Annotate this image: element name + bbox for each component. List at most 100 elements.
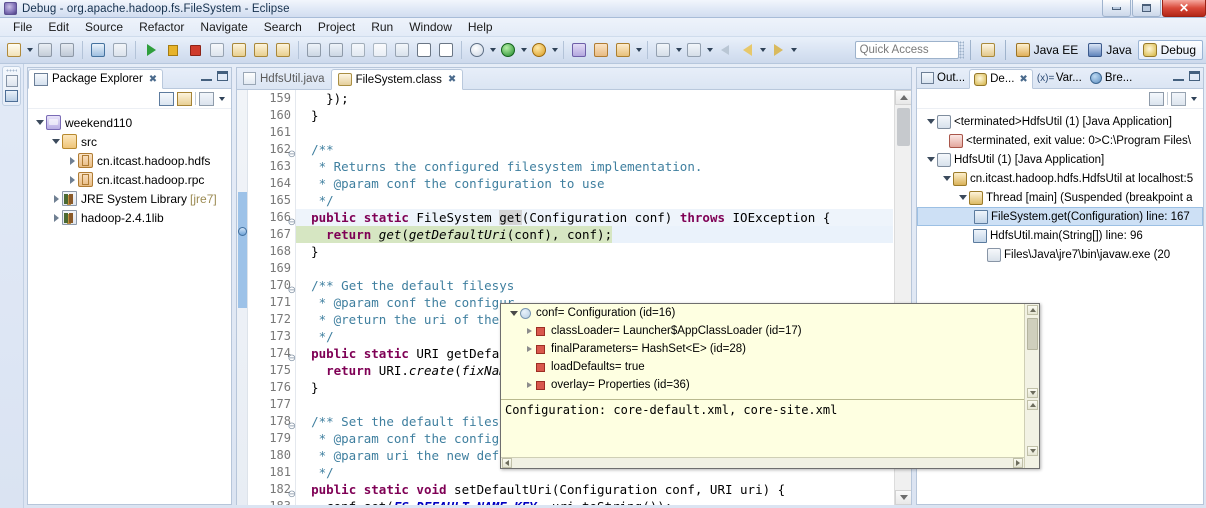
quick-access-input[interactable]: Quick Access (854, 41, 959, 59)
package-explorer-tree[interactable]: weekend110 src cn.itcast.hadoop.hdfs cn.… (28, 109, 231, 502)
back-icon[interactable] (715, 40, 735, 60)
tab-filesystem-class[interactable]: FileSystem.class ✖ (330, 69, 464, 90)
chevron-down-icon[interactable] (941, 176, 953, 181)
minimize-button[interactable] (1102, 0, 1131, 17)
restore-button[interactable] (1132, 0, 1161, 17)
open-perspective-icon[interactable] (978, 40, 998, 60)
tree-item-weekend110[interactable]: weekend110 (28, 113, 231, 132)
chevron-right-icon[interactable] (523, 382, 536, 388)
step-into-icon[interactable] (229, 40, 249, 60)
debug-row-thread[interactable]: Thread [main] (Suspended (breakpoint a (917, 188, 1203, 207)
console-view-icon[interactable] (5, 90, 18, 102)
annotation-ruler[interactable] (237, 90, 248, 505)
close-button[interactable]: ✕ (1162, 0, 1206, 17)
chevron-right-icon[interactable] (66, 157, 78, 165)
tab-breakpoints[interactable]: Bre... (1086, 68, 1136, 88)
menu-search[interactable]: Search (256, 19, 310, 35)
new-class-icon[interactable] (613, 40, 633, 60)
step-filters-icon[interactable] (348, 40, 368, 60)
disconnect-icon[interactable] (207, 40, 227, 60)
chevron-down-icon[interactable] (50, 139, 62, 144)
new-package-icon[interactable] (591, 40, 611, 60)
tab-debug[interactable]: De... ✖ (969, 69, 1033, 89)
close-icon[interactable]: ✖ (448, 74, 456, 85)
popup-row-finalparameters[interactable]: finalParameters= HashSet<E> (id=28) (501, 340, 1039, 358)
scrollbar-thumb[interactable] (1027, 318, 1038, 350)
save-icon[interactable] (35, 40, 55, 60)
popup-variable-tree[interactable]: conf= Configuration (id=16) classLoader=… (501, 304, 1039, 399)
stack-grip[interactable] (6, 69, 17, 72)
run-dropdown-icon[interactable] (519, 41, 528, 59)
scroll-down-icon[interactable] (1027, 388, 1038, 398)
debug-row-debug-target[interactable]: cn.itcast.hadoop.hdfs.HdfsUtil at localh… (917, 169, 1203, 188)
fold-toggle-icon[interactable] (287, 145, 296, 154)
debug-row-process[interactable]: Files\Java\jre7\bin\javaw.exe (20 (917, 245, 1203, 264)
tree-item-hadoop-lib[interactable]: hadoop-2.4.1lib (28, 208, 231, 227)
save-all-icon[interactable] (57, 40, 77, 60)
menu-run[interactable]: Run (363, 19, 401, 35)
view-menu-icon[interactable] (1171, 91, 1186, 106)
debug-row-launch[interactable]: HdfsUtil (1) [Java Application] (917, 150, 1203, 169)
chevron-down-icon[interactable] (925, 119, 937, 124)
step-return-icon[interactable] (273, 40, 293, 60)
new-class-dropdown-icon[interactable] (634, 41, 643, 59)
close-icon[interactable]: ✖ (149, 74, 157, 85)
view-menu-icon[interactable] (199, 91, 214, 106)
link-with-editor-icon[interactable] (177, 91, 192, 106)
chevron-right-icon[interactable] (523, 346, 536, 352)
maximize-view-icon[interactable] (1189, 71, 1200, 81)
pencil-icon[interactable] (370, 40, 390, 60)
debug-row-stack-frame-filesystem[interactable]: FileSystem.get(Configuration) line: 167 (917, 207, 1203, 226)
menu-window[interactable]: Window (401, 19, 460, 35)
external-tools-dropdown-icon[interactable] (550, 41, 559, 59)
tab-package-explorer[interactable]: Package Explorer ✖ (28, 69, 164, 89)
tree-item-jre-system-library[interactable]: JRE System Library [jre7] (28, 189, 231, 208)
debug-row-terminated-process[interactable]: <terminated, exit value: 0>C:\Program Fi… (917, 131, 1203, 150)
tree-item-src[interactable]: src (28, 132, 231, 151)
menu-refactor[interactable]: Refactor (131, 19, 192, 35)
run-launch-icon[interactable] (498, 40, 518, 60)
chevron-right-icon[interactable] (523, 328, 536, 334)
resume-icon[interactable] (141, 40, 161, 60)
chevron-down-icon[interactable] (957, 195, 969, 200)
close-icon[interactable]: ✖ (1019, 74, 1027, 85)
perspective-debug[interactable]: Debug (1137, 40, 1203, 60)
fold-toggle-icon[interactable] (287, 349, 296, 358)
scrollbar-thumb[interactable] (897, 108, 910, 146)
tab-hdfsutil-java[interactable]: HdfsUtil.java (237, 68, 331, 89)
popup-row-loaddefaults[interactable]: loadDefaults= true (501, 358, 1039, 376)
maximize-view-icon[interactable] (217, 71, 228, 81)
paragraph-icon[interactable] (436, 40, 456, 60)
tree-item-hdfs-package[interactable]: cn.itcast.hadoop.hdfs (28, 151, 231, 170)
new-java-project-icon[interactable] (569, 40, 589, 60)
collapse-all-icon[interactable] (159, 91, 174, 106)
drop-to-frame-icon[interactable] (304, 40, 324, 60)
chevron-right-icon[interactable] (50, 214, 62, 222)
scroll-down-icon[interactable] (1027, 446, 1038, 456)
chevron-down-icon[interactable] (507, 311, 520, 316)
restore-view-icon[interactable] (5, 75, 18, 87)
forward-icon[interactable] (768, 40, 788, 60)
fold-toggle-icon[interactable] (287, 417, 296, 426)
chevron-right-icon[interactable] (66, 176, 78, 184)
remove-all-terminated-icon[interactable] (1149, 91, 1164, 106)
use-step-filters-icon[interactable] (326, 40, 346, 60)
fold-toggle-icon[interactable] (287, 281, 296, 290)
scroll-up-icon[interactable] (1027, 305, 1038, 315)
open-task-icon[interactable] (684, 40, 704, 60)
toolbar-grip[interactable] (958, 41, 964, 59)
popup-tree-scrollbar[interactable] (1024, 304, 1039, 399)
scroll-up-icon[interactable] (895, 90, 911, 105)
skip-breakpoints-icon[interactable] (110, 40, 130, 60)
step-over-icon[interactable] (251, 40, 271, 60)
variable-inspect-popup[interactable]: conf= Configuration (id=16) classLoader=… (500, 303, 1040, 469)
scroll-up-icon[interactable] (1027, 400, 1038, 410)
scroll-down-icon[interactable] (895, 490, 911, 505)
debug-dropdown-icon[interactable] (488, 41, 497, 59)
debug-row-stack-frame-main[interactable]: HdfsUtil.main(String[]) line: 96 (917, 226, 1203, 245)
minimize-view-icon[interactable] (1173, 72, 1184, 81)
perspective-java-ee[interactable]: Java EE (1012, 41, 1085, 59)
annotate-icon[interactable] (392, 40, 412, 60)
scroll-left-icon[interactable] (502, 458, 512, 468)
tab-outline[interactable]: Out... (917, 68, 969, 88)
